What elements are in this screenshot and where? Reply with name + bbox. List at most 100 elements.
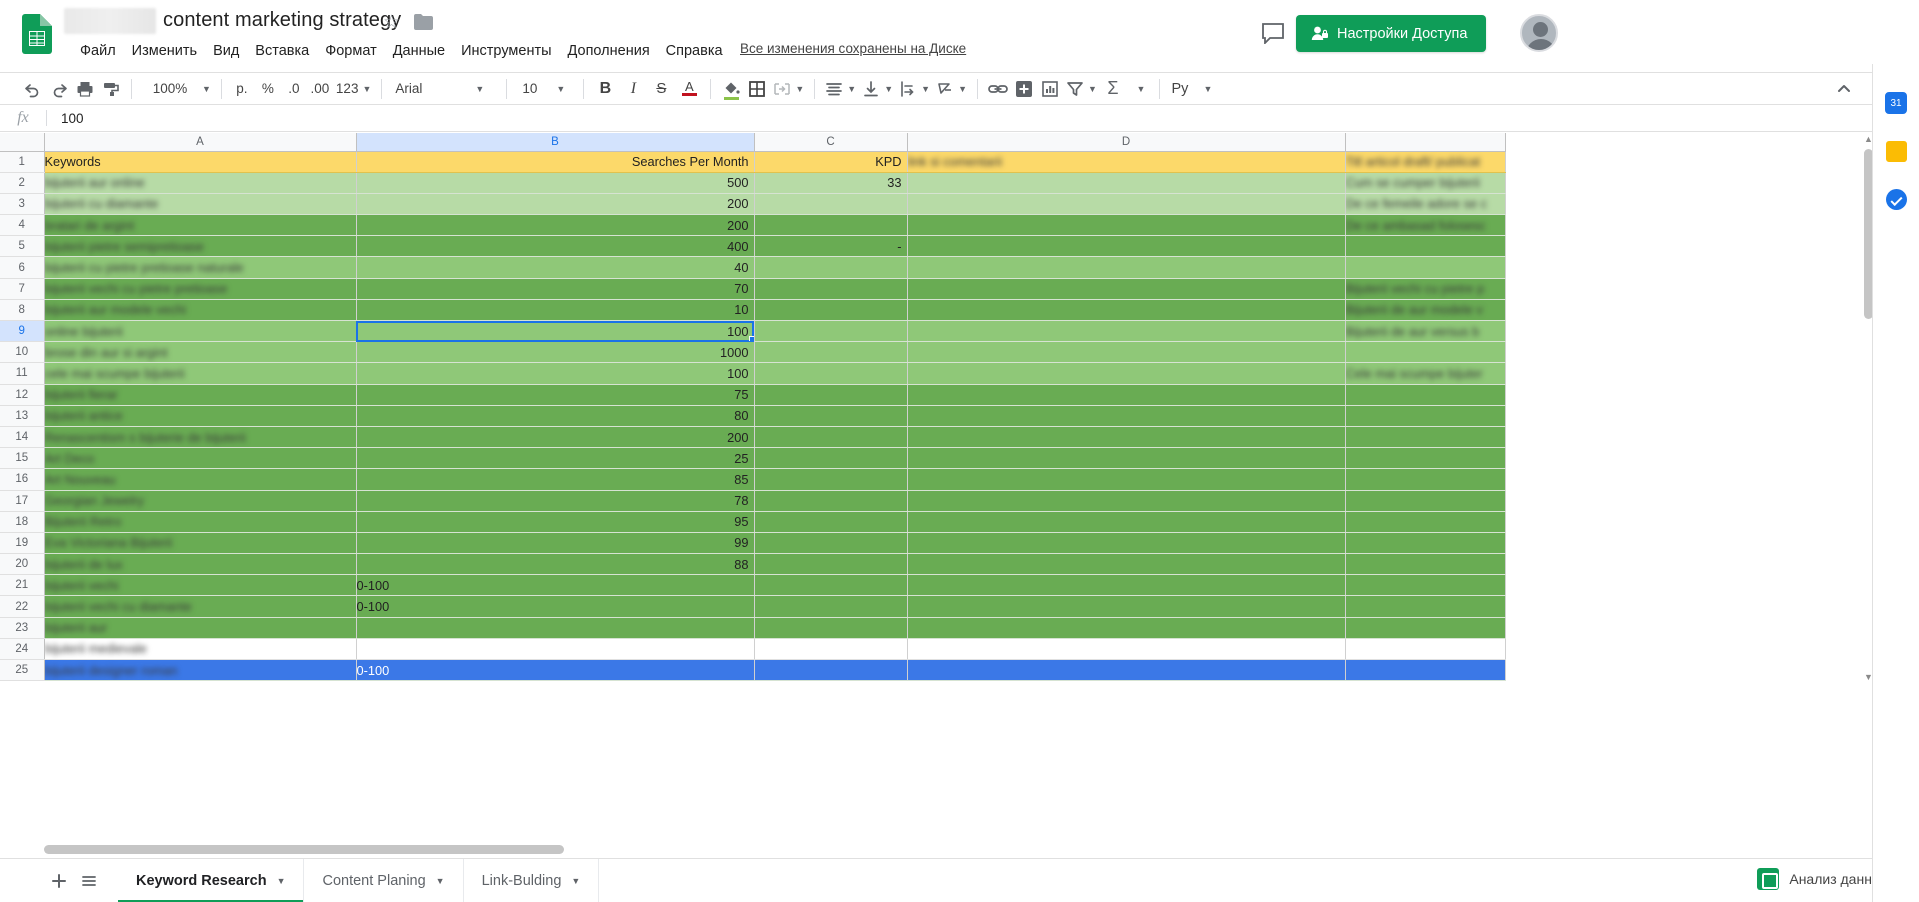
row-header[interactable]: 18	[0, 511, 45, 533]
cell-d[interactable]	[907, 617, 1346, 639]
table-row[interactable]: 1 Keywords Searches Per Month KPD link si co…	[0, 151, 1506, 173]
menu-item-file[interactable]: Файл	[72, 43, 124, 59]
cell-b[interactable]: 0-100	[356, 595, 755, 618]
column-header-b[interactable]: B	[356, 133, 755, 152]
row-header[interactable]: 3	[0, 193, 45, 216]
all-sheets-button[interactable]	[74, 866, 104, 896]
cell-d[interactable]	[907, 299, 1346, 322]
table-row[interactable]: 11 cele mai scumpe bijuterii 100 Cele mai s…	[0, 362, 1506, 385]
row-header[interactable]: 11	[0, 362, 45, 385]
row-header[interactable]: 23	[0, 617, 45, 639]
cell-a[interactable]: Eva Victoriana Bijuterii	[44, 532, 357, 555]
menu-item-format[interactable]: Формат	[317, 43, 385, 59]
cell-d[interactable]	[907, 320, 1346, 343]
cell-a[interactable]: online bijuterii	[44, 320, 357, 343]
cell-e[interactable]: De ce femeile adore se c	[1345, 193, 1506, 216]
cell-c[interactable]	[754, 384, 908, 406]
row-header[interactable]: 16	[0, 468, 45, 491]
cell-b[interactable]: 200	[356, 214, 755, 237]
cell-e[interactable]	[1345, 511, 1506, 533]
filter-icon[interactable]: ▼	[1063, 76, 1100, 102]
borders-button[interactable]	[744, 76, 770, 102]
table-row[interactable]: 6 bijuterii cu pietre pretioase naturale 4…	[0, 256, 1506, 279]
cell-c[interactable]	[754, 320, 908, 343]
cell-c[interactable]	[754, 511, 908, 533]
table-row[interactable]: 12 bijuterii fierar 75	[0, 384, 1506, 406]
cell-c[interactable]	[754, 532, 908, 555]
cell-a[interactable]: cele mai scumpe bijuterii	[44, 362, 357, 385]
cell-b[interactable]: 1000	[356, 341, 755, 364]
cell-d[interactable]	[907, 574, 1346, 597]
cell-b[interactable]: 200	[356, 426, 755, 449]
cell-d[interactable]	[907, 595, 1346, 618]
menu-item-addons[interactable]: Дополнения	[560, 43, 658, 59]
user-avatar[interactable]	[1520, 14, 1558, 52]
cell-d[interactable]	[907, 214, 1346, 237]
cell-d[interactable]	[907, 405, 1346, 427]
cell-c[interactable]	[754, 468, 908, 491]
cell-d[interactable]	[907, 384, 1346, 406]
cell-c[interactable]	[754, 278, 908, 300]
cell-a[interactable]: bijuterii aur modele vechi	[44, 299, 357, 322]
cell-a[interactable]: bijuterii de lux	[44, 553, 357, 576]
cell-d[interactable]	[907, 511, 1346, 533]
row-header[interactable]: 24	[0, 638, 45, 661]
cell-d[interactable]	[907, 278, 1346, 300]
cell-e[interactable]	[1345, 341, 1506, 364]
cell-e[interactable]	[1345, 553, 1506, 576]
cell-e[interactable]: Cele mai scumpe bijuter	[1345, 362, 1506, 385]
cell-e[interactable]	[1345, 617, 1506, 639]
paint-format-icon[interactable]	[98, 76, 124, 102]
row-header[interactable]: 7	[0, 278, 45, 300]
cell-a[interactable]: bratari de argint	[44, 214, 357, 237]
cell-c[interactable]	[754, 256, 908, 279]
chevron-down-icon[interactable]: ▼	[436, 876, 445, 886]
font-size-selector[interactable]: 10 ▼	[514, 76, 576, 102]
cell-b[interactable]: 500	[356, 172, 755, 194]
cell-d[interactable]	[907, 532, 1346, 555]
cell-d[interactable]: link si comentarii	[907, 151, 1346, 173]
cell-e[interactable]	[1345, 235, 1506, 258]
cell-b[interactable]: 70	[356, 278, 755, 300]
menu-item-view[interactable]: Вид	[205, 43, 247, 59]
cell-e[interactable]: Bijuterii vechi cu pietre p	[1345, 278, 1506, 300]
table-row[interactable]: 4 bratari de argint 200 De ce ambasad folos…	[0, 214, 1506, 237]
column-header-a[interactable]: A	[44, 133, 357, 152]
cell-c[interactable]	[754, 214, 908, 237]
increase-decimal-button[interactable]: .00	[307, 76, 333, 102]
cell-a[interactable]: Keywords	[44, 151, 357, 173]
table-row[interactable]: 24 bijuterii medievale	[0, 638, 1506, 661]
sheet-tab-1[interactable]: Content Planing ▼	[304, 858, 464, 902]
text-color-button[interactable]: A	[675, 76, 703, 102]
cell-a[interactable]: bijuterii designer roman	[44, 659, 357, 682]
cell-e[interactable]	[1345, 384, 1506, 406]
cell-b[interactable]: 99	[356, 532, 755, 555]
row-header[interactable]: 15	[0, 447, 45, 470]
table-row[interactable]: 23 bijuterii aur	[0, 617, 1506, 639]
cell-a[interactable]: bijuterii aur	[44, 617, 357, 639]
cell-d[interactable]	[907, 447, 1346, 470]
cell-b[interactable]: 0-100	[356, 574, 755, 597]
cell-e[interactable]	[1345, 574, 1506, 597]
cell-d[interactable]	[907, 256, 1346, 279]
cell-e[interactable]: Titl articol draft/ publicat	[1345, 151, 1506, 173]
print-icon[interactable]	[72, 76, 98, 102]
row-header[interactable]: 17	[0, 490, 45, 512]
cell-b[interactable]: 75	[356, 384, 755, 406]
cell-b[interactable]: 78	[356, 490, 755, 512]
row-header[interactable]: 10	[0, 341, 45, 364]
cell-b[interactable]: 200	[356, 193, 755, 216]
text-rotation-button[interactable]: ▼	[933, 76, 970, 102]
cell-b[interactable]: Searches Per Month	[356, 151, 755, 173]
cell-e[interactable]	[1345, 426, 1506, 449]
cell-e[interactable]	[1345, 595, 1506, 618]
cell-d[interactable]	[907, 426, 1346, 449]
table-row[interactable]: 8 bijuterii aur modele vechi 10 Bijuterii d…	[0, 299, 1506, 322]
formula-input[interactable]: 100	[47, 111, 84, 126]
cell-a[interactable]: Art Deco	[44, 447, 357, 470]
cell-c[interactable]: 33	[754, 172, 908, 194]
cell-b[interactable]: 10	[356, 299, 755, 322]
cell-c[interactable]	[754, 617, 908, 639]
cell-d[interactable]	[907, 659, 1346, 682]
collapse-toolbar-icon[interactable]	[1831, 76, 1857, 102]
